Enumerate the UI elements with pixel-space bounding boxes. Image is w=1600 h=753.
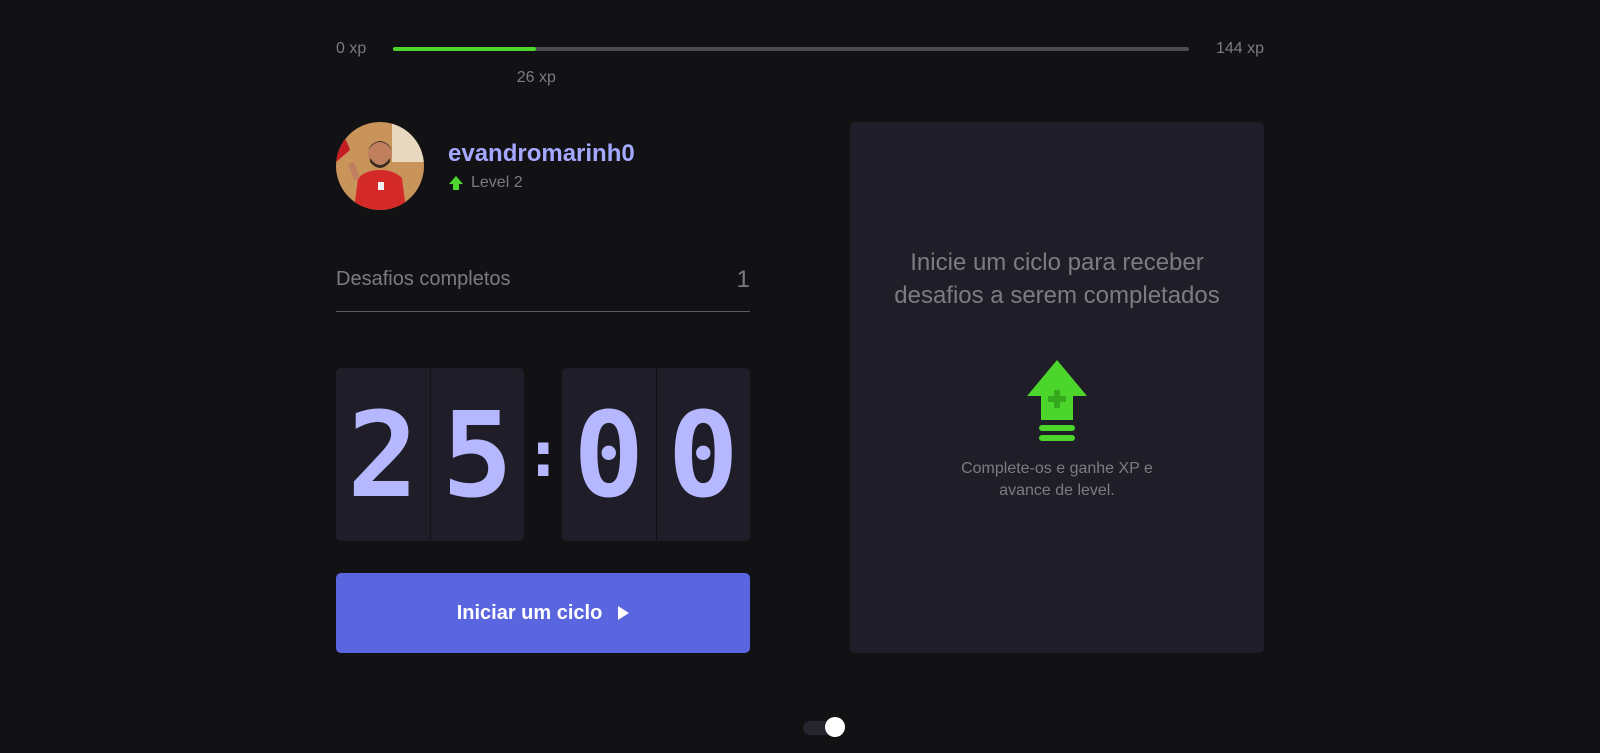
xp-fill — [393, 47, 537, 51]
second-digit-left: 0 — [573, 385, 645, 524]
minute-digit-left: 2 — [347, 385, 419, 524]
xp-max-label: 144 xp — [1215, 40, 1264, 57]
completed-challenges-count: 1 — [736, 266, 750, 293]
minute-digit-right: 5 — [429, 368, 525, 541]
level-up-arrow-icon — [448, 175, 464, 191]
challenge-box: Inicie um ciclo para receber desafios a … — [850, 122, 1264, 653]
app-page: 0 xp 26 xp 144 xp evandromarinh0 Level 2… — [0, 0, 1600, 753]
experience-bar: 0 xp 26 xp 144 xp — [336, 38, 1264, 86]
countdown: 2 5 : 0 0 — [336, 368, 750, 541]
countdown-separator: : — [524, 417, 563, 492]
completed-challenges-label: Desafios completos — [336, 268, 511, 290]
toggle-knob — [825, 717, 845, 737]
seconds: 0 0 — [562, 368, 750, 541]
xp-track: 26 xp — [393, 47, 1189, 86]
completed-challenges: Desafios completos 1 — [336, 262, 750, 312]
xp-min-label: 0 xp — [336, 40, 367, 57]
username: evandromarinh0 — [448, 140, 635, 167]
level-up-icon — [1027, 360, 1087, 442]
start-cycle-button[interactable]: Iniciar um ciclo — [336, 573, 750, 653]
level: Level 2 — [448, 174, 635, 192]
level-label: Level 2 — [471, 174, 523, 191]
start-cycle-label: Iniciar um ciclo — [456, 601, 603, 624]
play-icon — [618, 606, 630, 620]
avatar — [336, 122, 424, 210]
challenge-box-subtitle: Complete-os e ganhe XP e avance de level… — [961, 460, 1153, 499]
xp-current-label: 26 xp — [516, 69, 556, 86]
profile-info: evandromarinh0 Level 2 — [448, 140, 635, 192]
theme-toggle[interactable] — [803, 717, 845, 737]
profile: evandromarinh0 Level 2 — [336, 122, 635, 210]
challenge-box-title: Inicie um ciclo para receber desafios a … — [894, 249, 1220, 309]
minutes: 2 5 — [336, 368, 524, 541]
second-digit-right: 0 — [655, 368, 751, 541]
